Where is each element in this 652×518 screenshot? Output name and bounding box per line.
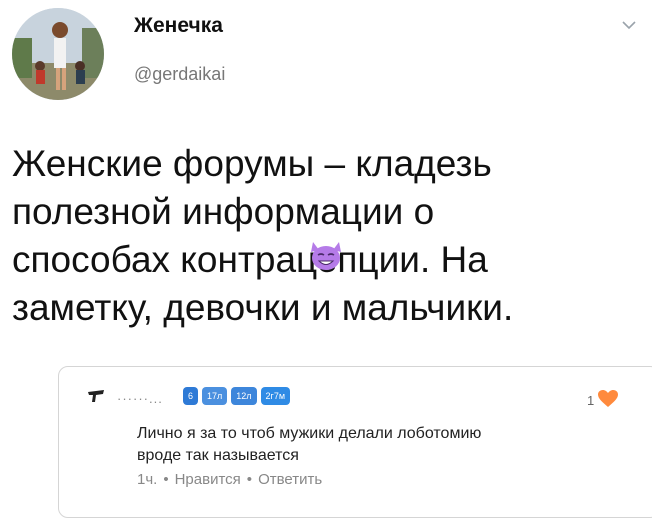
profile-avatar[interactable]	[12, 8, 104, 100]
comment-card: ······... 6 17л 12л 2г7м 1 Лично я за то чт…	[58, 366, 652, 518]
tweet-line: Женские форумы – кладезь	[12, 143, 492, 184]
user-handle[interactable]: @gerdaikai	[134, 64, 225, 85]
reply-link[interactable]: Ответить	[258, 471, 322, 488]
smiling-devil-emoji-icon	[307, 238, 345, 272]
like-count: 1	[587, 393, 595, 408]
tweet-line: полезной информации о	[12, 191, 435, 232]
like-link[interactable]: Нравится	[175, 471, 241, 488]
heart-icon[interactable]	[597, 389, 619, 409]
tweet-text: Женские форумы – кладезь полезной информ…	[12, 140, 632, 332]
status-badge: 2г7м	[260, 387, 291, 405]
tweet-line: заметку, девочки и мальчики.	[12, 287, 514, 328]
comment-line: вроде так называется	[137, 447, 299, 464]
display-name[interactable]: Женечка	[134, 14, 223, 38]
status-badge: 17л	[202, 387, 228, 405]
commenter-avatar[interactable]	[87, 389, 105, 403]
comment-actions: 1ч. • Нравится • Ответить	[137, 471, 322, 488]
status-badge: 6	[183, 387, 199, 405]
comment-time: 1ч.	[137, 471, 158, 488]
separator-dot: •	[163, 471, 169, 488]
status-badge: 12л	[231, 387, 257, 405]
comment-text: Лично я за то чтоб мужики делали лоботом…	[137, 423, 637, 467]
user-badges: 6 17л 12л 2г7м	[183, 387, 294, 405]
comment-line: Лично я за то чтоб мужики делали лоботом…	[137, 425, 482, 442]
chevron-down-icon[interactable]	[620, 18, 638, 32]
commenter-name[interactable]: ······...	[117, 391, 163, 406]
separator-dot: •	[246, 471, 253, 488]
